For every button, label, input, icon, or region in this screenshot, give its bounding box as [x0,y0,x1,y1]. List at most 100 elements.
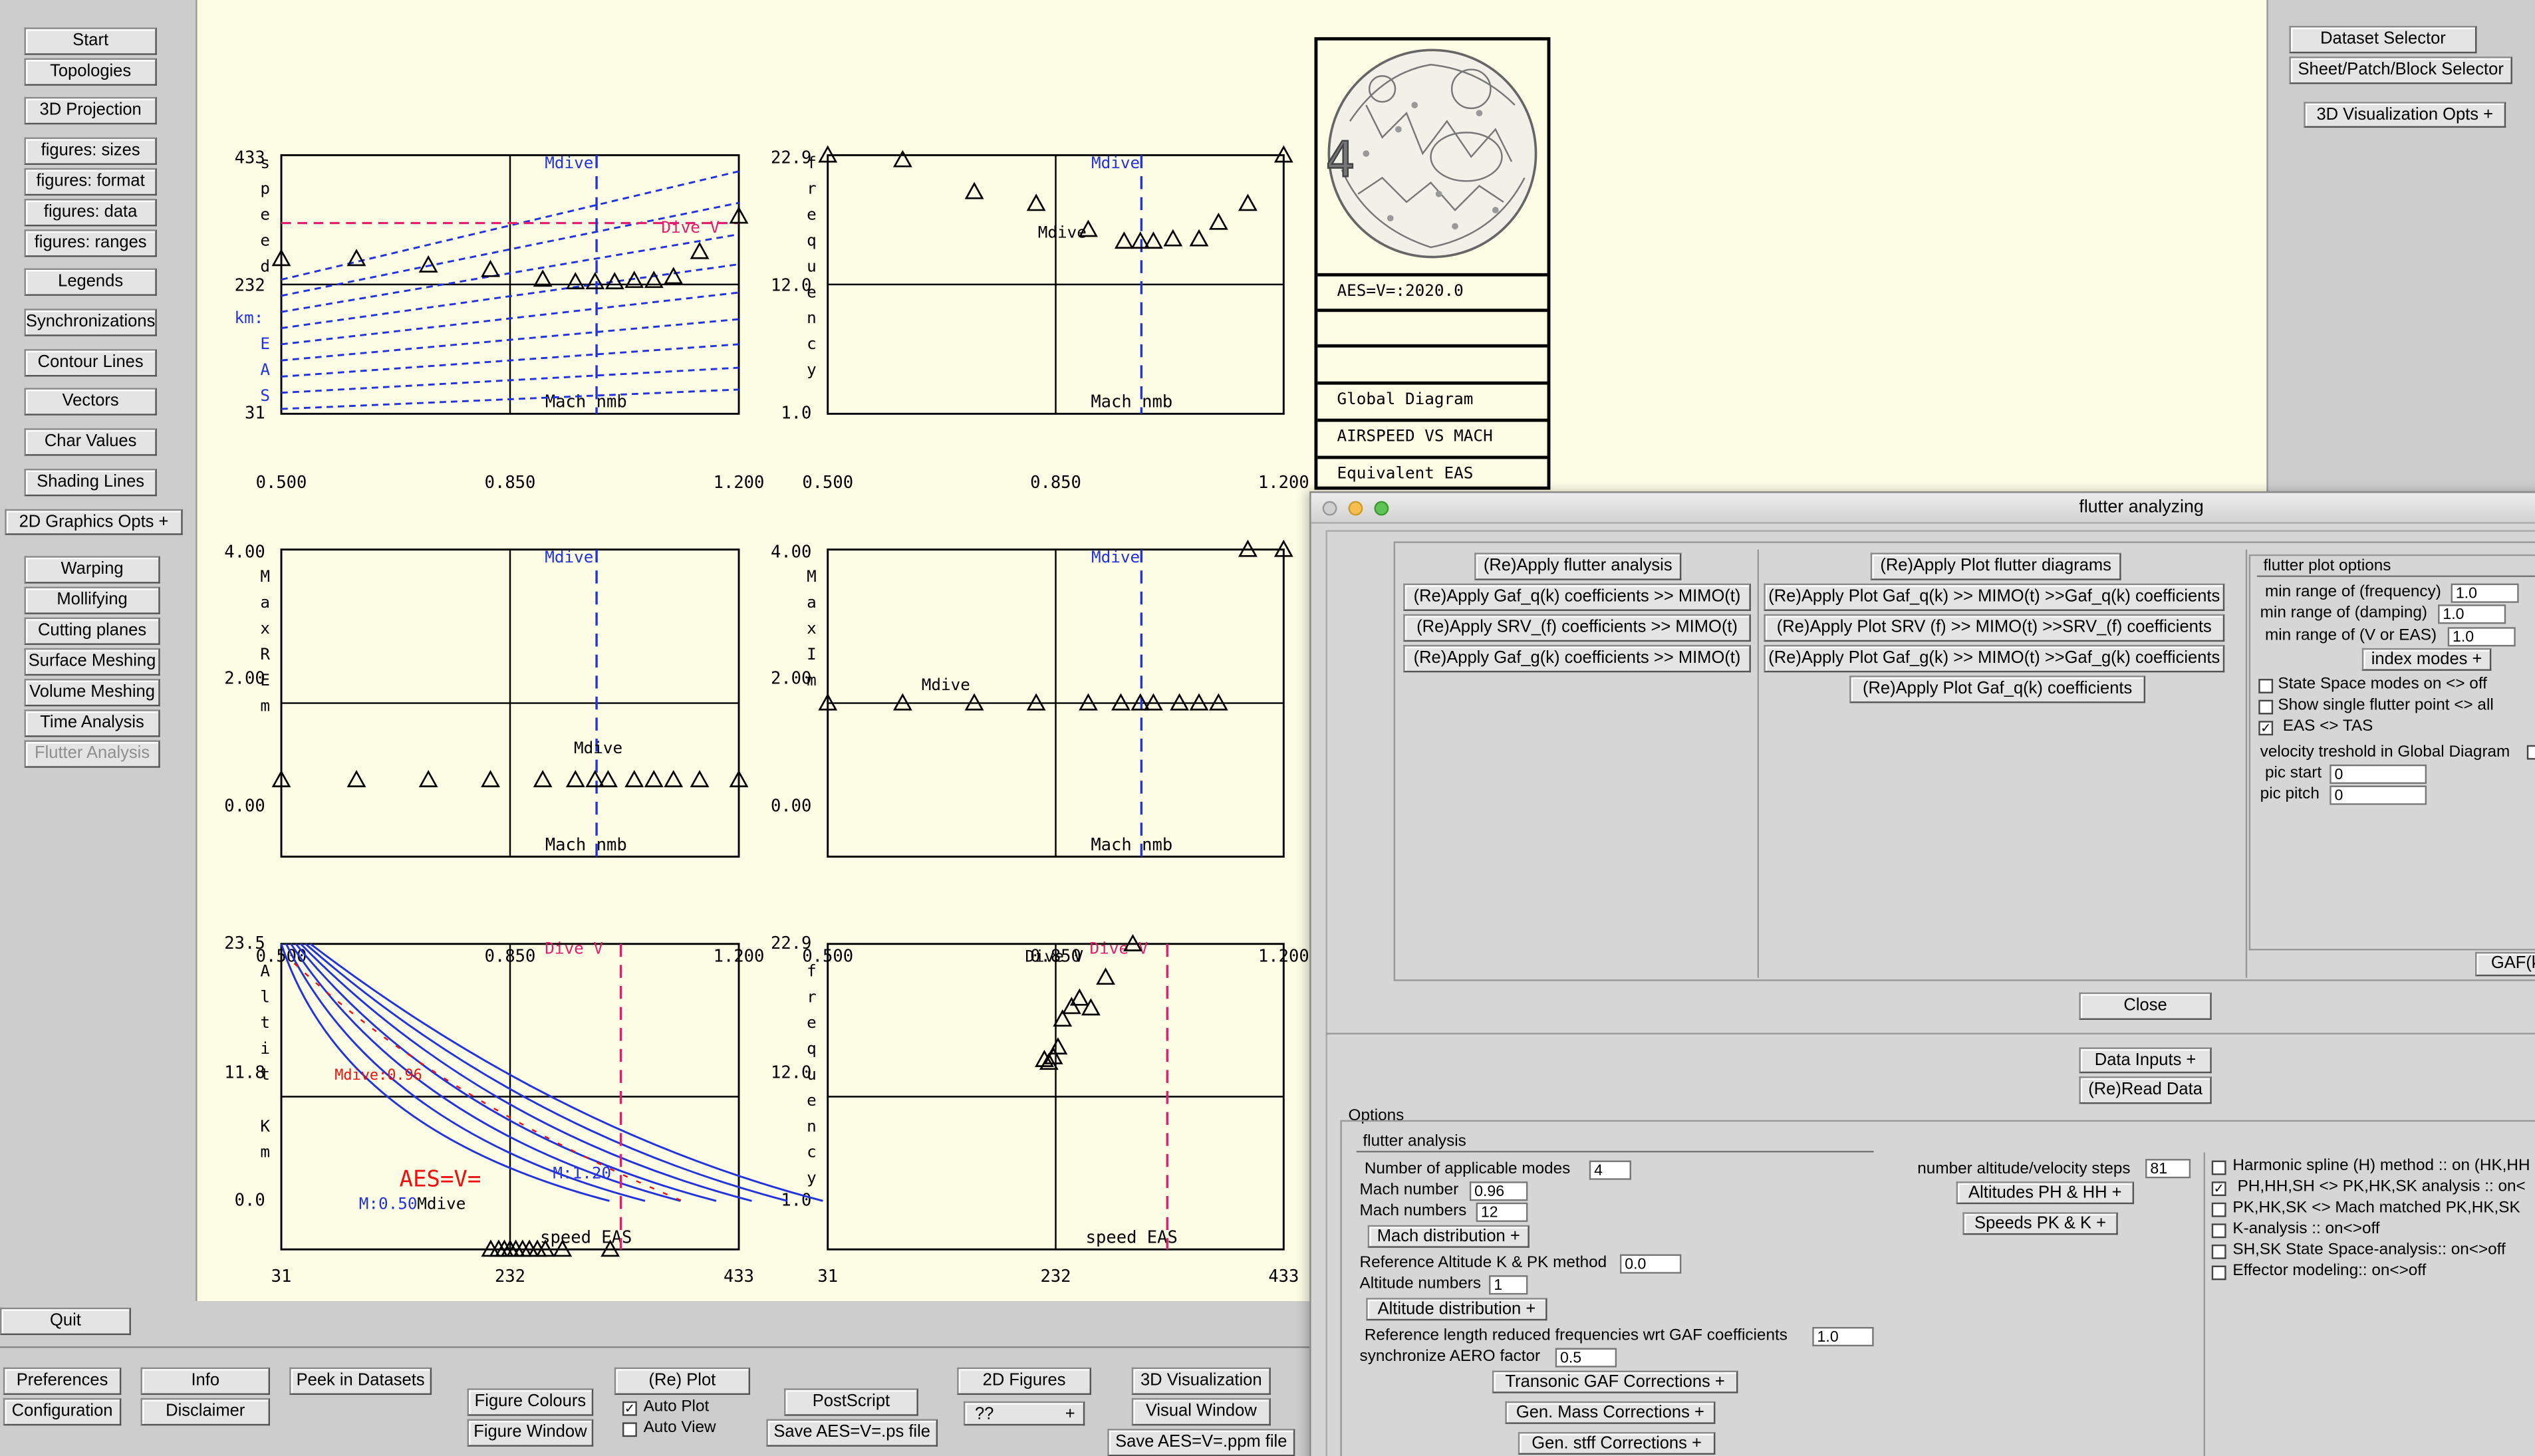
menu-synchronizations[interactable]: Synchronizations [24,308,157,336]
min-damp-field[interactable]: 1.0 [2438,604,2506,624]
y-letter-p6-8: y [807,1168,817,1187]
pic-start-field[interactable]: 0 [2330,764,2427,785]
altitude-distribution-button[interactable]: Altitude distribution + [1366,1298,1547,1321]
n-modes-field[interactable]: 4 [1589,1160,1631,1180]
menu-3d-projection[interactable]: 3D Projection [24,96,157,125]
menu-shading-lines[interactable]: Shading Lines [24,469,157,497]
peek-datasets-button[interactable]: Peek in Datasets [289,1367,432,1395]
ph-hh-sh-checkbox[interactable]: ✓ [2211,1181,2226,1197]
menu-mollifying[interactable]: Mollifying [24,586,160,614]
apply-flutter-analysis-button[interactable]: (Re)Apply flutter analysis [1474,552,1682,580]
ref-alt-field[interactable]: 0.0 [1619,1254,1682,1274]
min-damp-label: min range of (damping) [2260,604,2428,622]
data-point-p1 [481,259,500,277]
configuration-button[interactable]: Configuration [3,1397,122,1426]
plot-gaf-g-mimo-button[interactable]: (Re)Apply Plot Gaf_g(k) >> MIMO(t) >>Gaf… [1764,645,2225,673]
replot-button[interactable]: (Re) Plot [614,1367,751,1395]
close-window-dot[interactable] [1322,501,1337,516]
min-freq-field[interactable]: 1.0 [2451,583,2519,603]
plot-flutter-diagrams-button[interactable]: (Re)Apply Plot flutter diagrams [1870,552,2121,580]
gen-mass-button[interactable]: Gen. Mass Corrections + [1505,1401,1716,1424]
3d-visualization-opts-button[interactable]: 3D Visualization Opts + [2304,102,2506,128]
menu-cutting-planes[interactable]: Cutting planes [24,617,160,646]
plot-gaf-q-mimo-button[interactable]: (Re)Apply Plot Gaf_q(k) >> MIMO(t) >>Gaf… [1764,583,2225,611]
gaf-k-button[interactable]: GAF(k [2475,951,2535,977]
menu-figures-ranges[interactable]: figures: ranges [24,229,157,257]
plot-srv-mimo-button[interactable]: (Re)Apply Plot SRV (f) >> MIMO(t) >>SRV_… [1764,614,2225,642]
3d-visualization-button[interactable]: 3D Visualization [1131,1367,1271,1395]
y-tick-p2-2: 1.0 [781,404,811,424]
postscript-button[interactable]: PostScript [784,1388,918,1416]
menu-time-analysis[interactable]: Time Analysis [24,709,160,737]
auto-plot-checkbox[interactable]: ✓ [622,1401,637,1416]
ref-length-field[interactable]: 1.0 [1812,1326,1874,1347]
y-tick-p5-2: 0.0 [235,1191,265,1211]
transonic-gaf-button[interactable]: Transonic GAF Corrections + [1492,1370,1738,1394]
harmonic-spline-checkbox[interactable] [2211,1160,2226,1175]
visual-window-button[interactable]: Visual Window [1131,1397,1271,1426]
sh-sk-checkbox[interactable] [2211,1244,2226,1259]
zoom-window-dot[interactable] [1374,501,1389,516]
menu-start[interactable]: Start [24,27,157,55]
mach-number-field[interactable]: 0.96 [1469,1181,1528,1201]
vel-thresh-checkbox[interactable] [2526,745,2535,760]
sync-aero-field[interactable]: 0.5 [1555,1348,1617,1368]
apply-gaf-g-button[interactable]: (Re)Apply Gaf_g(k) coefficients >> MIMO(… [1403,645,1751,673]
effector-checkbox[interactable] [2211,1265,2226,1280]
qq-dropdown[interactable]: ?? + [963,1401,1085,1426]
menu-legends[interactable]: Legends [24,268,157,296]
state-space-checkbox[interactable] [2258,679,2274,693]
menu-contour-lines[interactable]: Contour Lines [24,349,157,377]
k-analysis-checkbox[interactable] [2211,1223,2226,1239]
alt-numbers-field[interactable]: 1 [1489,1275,1528,1295]
gen-stiff-button[interactable]: Gen. stff Corrections + [1518,1431,1716,1455]
quit-button[interactable]: Quit [0,1307,131,1336]
menu-volume-meshing[interactable]: Volume Meshing [24,679,160,707]
y-letter-p4-4: m [807,670,817,689]
menu-figures-format[interactable]: figures: format [24,168,157,196]
data-inputs-button[interactable]: Data Inputs + [2079,1047,2212,1074]
minimize-window-dot[interactable] [1348,501,1363,516]
reread-data-button[interactable]: (Re)Read Data [2079,1076,2212,1104]
mach-numbers-field[interactable]: 12 [1476,1202,1528,1222]
plot-gaf-qk-button[interactable]: (Re)Apply Plot Gaf_q(k) coefficients [1849,675,2146,703]
save-ppm-button[interactable]: Save AES=V=.ppm file [1107,1429,1295,1456]
sheet-selector-button[interactable]: Sheet/Patch/Block Selector [2289,57,2512,84]
disclaimer-button[interactable]: Disclaimer [140,1397,270,1426]
menu-figures-sizes[interactable]: figures: sizes [24,137,157,165]
y-letter-p6-4: u [807,1064,817,1084]
menu-topologies[interactable]: Topologies [24,58,157,86]
menu-char-values[interactable]: Char Values [24,428,157,456]
pic-pitch-field[interactable]: 0 [2330,785,2427,805]
close-button[interactable]: Close [2079,992,2212,1021]
figure-colours-button[interactable]: Figure Colours [467,1388,594,1416]
save-ps-button[interactable]: Save AES=V=.ps file [766,1419,938,1447]
flutter-analysis-button[interactable]: Flutter Analysis [24,740,160,768]
menu-figures-data[interactable]: figures: data [24,199,157,227]
eas-tas-checkbox[interactable]: ✓ [2258,721,2274,736]
apply-gaf-q-button[interactable]: (Re)Apply Gaf_q(k) coefficients >> MIMO(… [1403,583,1751,611]
x-tick-p1-2: 1.200 [714,473,765,493]
menu-warping[interactable]: Warping [24,556,160,584]
single-point-checkbox[interactable] [2258,699,2274,715]
mach-distribution-button[interactable]: Mach distribution + [1367,1225,1530,1248]
n-steps-field[interactable]: 81 [2145,1159,2191,1179]
speeds-pk-button[interactable]: Speeds PK & K + [1962,1212,2118,1235]
index-modes-button[interactable]: index modes + [2361,648,2492,671]
menu-vectors[interactable]: Vectors [24,388,157,416]
figure-window-button[interactable]: Figure Window [467,1419,594,1447]
apply-srv-button[interactable]: (Re)Apply SRV_(f) coefficients >> MIMO(t… [1403,614,1751,642]
dataset-selector-button[interactable]: Dataset Selector [2289,25,2477,54]
menu-surface-meshing[interactable]: Surface Meshing [24,648,160,676]
2d-figures-button[interactable]: 2D Figures [957,1367,1091,1395]
altitudes-ph-button[interactable]: Altitudes PH & HH + [1956,1181,2135,1205]
2d-graphics-opts-button[interactable]: 2D Graphics Opts + [5,509,183,535]
auto-view-checkbox[interactable] [622,1422,637,1437]
info-button[interactable]: Info [140,1367,270,1395]
mdive-inner-p4: Mdive [922,675,970,694]
preferences-button[interactable]: Preferences [3,1367,122,1395]
min-v-field[interactable]: 1.0 [2447,627,2516,647]
y-letter-p1-9: S [260,386,270,405]
plot-options-header: flutter plot options [2256,558,2535,577]
pk-hk-sk-checkbox[interactable] [2211,1202,2226,1217]
